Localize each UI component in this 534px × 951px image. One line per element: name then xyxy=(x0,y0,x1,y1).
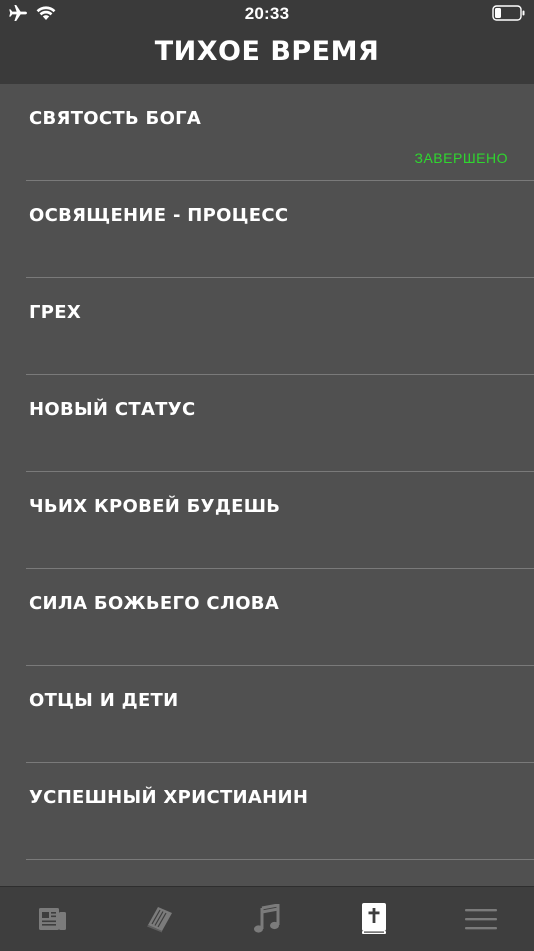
tab-bar xyxy=(0,886,534,951)
tab-books[interactable] xyxy=(107,887,214,951)
list-item[interactable]: ОТЦЫ И ДЕТИ xyxy=(26,666,534,763)
list-item-title: СВЯТОСТЬ БОГА xyxy=(29,108,202,129)
status-badge: ЗАВЕРШЕНО xyxy=(414,150,508,166)
lesson-list: СВЯТОСТЬ БОГА ЗАВЕРШЕНО ОСВЯЩЕНИЕ - ПРОЦ… xyxy=(0,84,534,860)
tab-bible[interactable] xyxy=(320,887,427,951)
list-item-title: НОВЫЙ СТАТУС xyxy=(29,399,196,420)
list-item[interactable]: ЧЬИХ КРОВЕЙ БУДЕШЬ xyxy=(26,472,534,569)
list-item[interactable]: УСПЕШНЫЙ ХРИСТИАНИН xyxy=(26,763,534,860)
bible-icon xyxy=(359,902,389,936)
list-item[interactable]: ГРЕХ xyxy=(26,278,534,375)
list-item[interactable]: НОВЫЙ СТАТУС xyxy=(26,375,534,472)
list-item[interactable]: СВЯТОСТЬ БОГА ЗАВЕРШЕНО xyxy=(26,84,534,181)
menu-icon xyxy=(464,907,498,931)
list-item[interactable]: ОСВЯЩЕНИЕ - ПРОЦЕСС xyxy=(26,181,534,278)
list-item-title: ГРЕХ xyxy=(29,302,82,323)
news-icon xyxy=(38,906,68,932)
list-item-title: ОТЦЫ И ДЕТИ xyxy=(29,690,179,711)
list-item-title: УСПЕШНЫЙ ХРИСТИАНИН xyxy=(29,787,309,808)
list-item-title: СИЛА БОЖЬЕГО СЛОВА xyxy=(29,593,280,614)
page-title: ТИХОЕ ВРЕМЯ xyxy=(154,36,380,67)
tab-menu[interactable] xyxy=(427,887,534,951)
music-note-icon xyxy=(253,904,281,934)
tab-music[interactable] xyxy=(214,887,321,951)
list-item-title: ЧЬИХ КРОВЕЙ БУДЕШЬ xyxy=(29,496,281,517)
books-icon xyxy=(144,905,176,933)
status-bar: 20:33 xyxy=(0,0,534,28)
battery-icon xyxy=(492,5,526,21)
top-bar: 20:33 ТИХОЕ ВРЕМЯ xyxy=(0,0,534,84)
list-item-title: ОСВЯЩЕНИЕ - ПРОЦЕСС xyxy=(29,205,289,226)
tab-news[interactable] xyxy=(0,887,107,951)
list-item[interactable]: СИЛА БОЖЬЕГО СЛОВА xyxy=(26,569,534,666)
status-time: 20:33 xyxy=(244,4,290,23)
